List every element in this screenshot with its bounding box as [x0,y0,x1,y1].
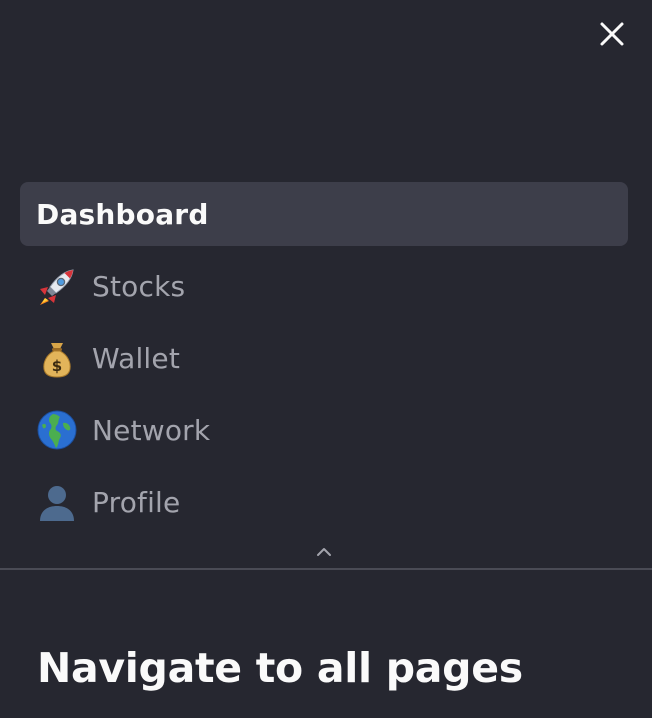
page-heading: Navigate to all pages [37,644,523,692]
sidebar: Dashboard Stocks $ Wallet Network Profil… [0,0,652,718]
divider [0,568,652,570]
rocket-icon [36,265,78,307]
person-silhouette-icon [36,481,78,523]
nav-item-stocks[interactable]: Stocks [20,254,628,318]
close-icon [600,22,624,46]
close-sidebar-button[interactable] [594,16,630,52]
nav-item-label: Stocks [92,269,186,303]
nav-item-label: Network [92,413,211,447]
nav-item-label: Profile [92,485,181,519]
nav-item-wallet[interactable]: $ Wallet [20,326,628,390]
nav-item-label: Dashboard [36,197,209,231]
chevron-up-icon [317,548,331,556]
collapse-nav-button[interactable] [312,542,336,562]
nav-item-network[interactable]: Network [20,398,628,462]
money-bag-icon: $ [36,337,78,379]
nav-item-label: Wallet [92,341,181,375]
sidebar-nav: Dashboard Stocks $ Wallet Network Profil… [20,182,628,542]
nav-item-profile[interactable]: Profile [20,470,628,534]
globe-icon [36,409,78,451]
svg-text:$: $ [52,357,62,375]
nav-item-dashboard[interactable]: Dashboard [20,182,628,246]
